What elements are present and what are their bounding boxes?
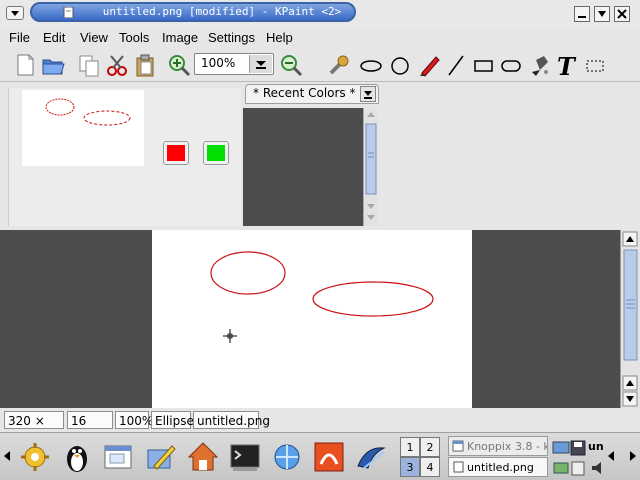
menu-settings[interactable]: Settings: [208, 30, 255, 46]
tray-text: un: [588, 440, 604, 453]
status-dimensions: 320 × 200: [4, 411, 64, 446]
zoom-in-icon[interactable]: [166, 52, 192, 78]
status-file: untitled.png: [193, 411, 270, 429]
recent-colors-scrollbar[interactable]: [363, 108, 378, 226]
mozilla-icon[interactable]: [312, 440, 346, 474]
tray-clipboard-icon[interactable]: [570, 460, 586, 476]
chevron-down-icon: [256, 61, 266, 69]
drawing-canvas[interactable]: [152, 230, 472, 408]
drawn-ellipse[interactable]: [210, 251, 286, 295]
chevron-down-icon: [364, 91, 372, 99]
pen-tool-icon[interactable]: [416, 52, 442, 78]
maximize-button[interactable]: [594, 6, 610, 22]
paste-icon[interactable]: [132, 52, 158, 78]
recent-colors-tab[interactable]: * Recent Colors *: [245, 84, 379, 104]
office-icon[interactable]: [354, 440, 388, 474]
tray-network-icon[interactable]: [552, 460, 570, 476]
selection-tool-icon[interactable]: [582, 52, 608, 78]
copy-icon[interactable]: [76, 52, 102, 78]
tray-volume-icon[interactable]: [590, 460, 606, 476]
tray-save-icon[interactable]: [570, 440, 586, 456]
minimize-button[interactable]: [574, 6, 590, 22]
open-icon[interactable]: [40, 52, 66, 78]
menu-tools[interactable]: Tools: [119, 30, 149, 46]
title-pill[interactable]: untitled.png [modified] - KPaint <2>: [30, 2, 356, 22]
recent-colors-label: * Recent Colors *: [253, 86, 356, 100]
status-tool: Ellipse: [151, 411, 194, 429]
status-zoom: 100%: [115, 411, 153, 429]
menu-edit[interactable]: Edit: [43, 30, 65, 46]
menu-help[interactable]: Help: [266, 30, 293, 46]
svg-text:T: T: [557, 52, 577, 78]
cut-icon[interactable]: [104, 52, 130, 78]
title-bar: untitled.png [modified] - KPaint <2>: [0, 0, 640, 28]
penguin-icon[interactable]: [60, 440, 94, 474]
close-button[interactable]: [614, 6, 630, 22]
rectangle-tool-icon[interactable]: [470, 52, 496, 78]
task-label: Knoppix 3.8 - k: [467, 440, 548, 453]
document-icon: [453, 461, 464, 473]
status-bar: 320 × 200 16 bpp 100% Ellipse untitled.p…: [0, 408, 640, 446]
chevron-down-icon: [11, 11, 19, 16]
taskbar-scroll-right-icon[interactable]: [628, 448, 638, 464]
taskbar-scroll-left-icon[interactable]: [2, 448, 12, 464]
terminal-icon[interactable]: [228, 440, 262, 474]
foreground-color-button[interactable]: [163, 141, 189, 165]
window-icon: [452, 440, 464, 452]
image-thumbnail: [22, 90, 144, 166]
tray-monitor-icon[interactable]: [552, 440, 570, 456]
window-menu-button[interactable]: [6, 6, 24, 20]
drawn-ellipse[interactable]: [312, 281, 434, 317]
task-label: untitled.png: [467, 461, 534, 474]
zoom-out-icon[interactable]: [278, 52, 304, 78]
document-icon: [63, 7, 74, 18]
text-tool-icon[interactable]: T: [554, 52, 580, 78]
toolbar: 100% T: [0, 48, 640, 82]
background-color-button[interactable]: [203, 141, 229, 165]
foreground-color-swatch: [167, 145, 185, 161]
close-icon: [617, 9, 627, 19]
recent-colors-area[interactable]: [243, 108, 363, 226]
taskbar-scroll-left-icon[interactable]: [606, 448, 616, 464]
menu-bar: File Edit View Tools Image Settings Help: [0, 28, 640, 48]
menu-file[interactable]: File: [9, 30, 30, 46]
edit-tool-icon[interactable]: [144, 440, 178, 474]
zoom-combo[interactable]: 100%: [194, 53, 274, 75]
zoom-value: 100%: [201, 56, 236, 70]
new-icon[interactable]: [12, 52, 38, 78]
pager-desktop-4[interactable]: 4: [420, 457, 440, 477]
window-title: untitled.png [modified] - KPaint <2>: [102, 5, 342, 18]
circle-tool-icon[interactable]: [387, 52, 413, 78]
pager-desktop-2[interactable]: 2: [420, 437, 440, 457]
spraycan-tool-icon[interactable]: [526, 52, 552, 78]
background-color-swatch: [207, 145, 225, 161]
show-desktop-icon[interactable]: [102, 440, 136, 474]
menu-image[interactable]: Image: [162, 30, 198, 46]
menu-view[interactable]: View: [80, 30, 108, 46]
canvas-vertical-scrollbar[interactable]: [620, 230, 640, 408]
ellipse-tool-icon[interactable]: [358, 52, 384, 78]
home-icon[interactable]: [186, 440, 220, 474]
crosshair-cursor-icon: [223, 329, 237, 343]
settings-wrench-icon[interactable]: [326, 52, 352, 78]
recent-colors-dropdown[interactable]: [360, 86, 376, 102]
pager-desktop-1[interactable]: 1: [400, 437, 420, 457]
kde-menu-icon[interactable]: [18, 440, 52, 474]
pager-desktop-3[interactable]: 3: [400, 457, 420, 477]
status-depth: 16 bpp: [67, 411, 113, 446]
rounded-rectangle-tool-icon[interactable]: [498, 52, 524, 78]
browser-icon[interactable]: [270, 440, 304, 474]
line-tool-icon[interactable]: [443, 52, 469, 78]
zoom-dropdown-button[interactable]: [249, 55, 272, 73]
